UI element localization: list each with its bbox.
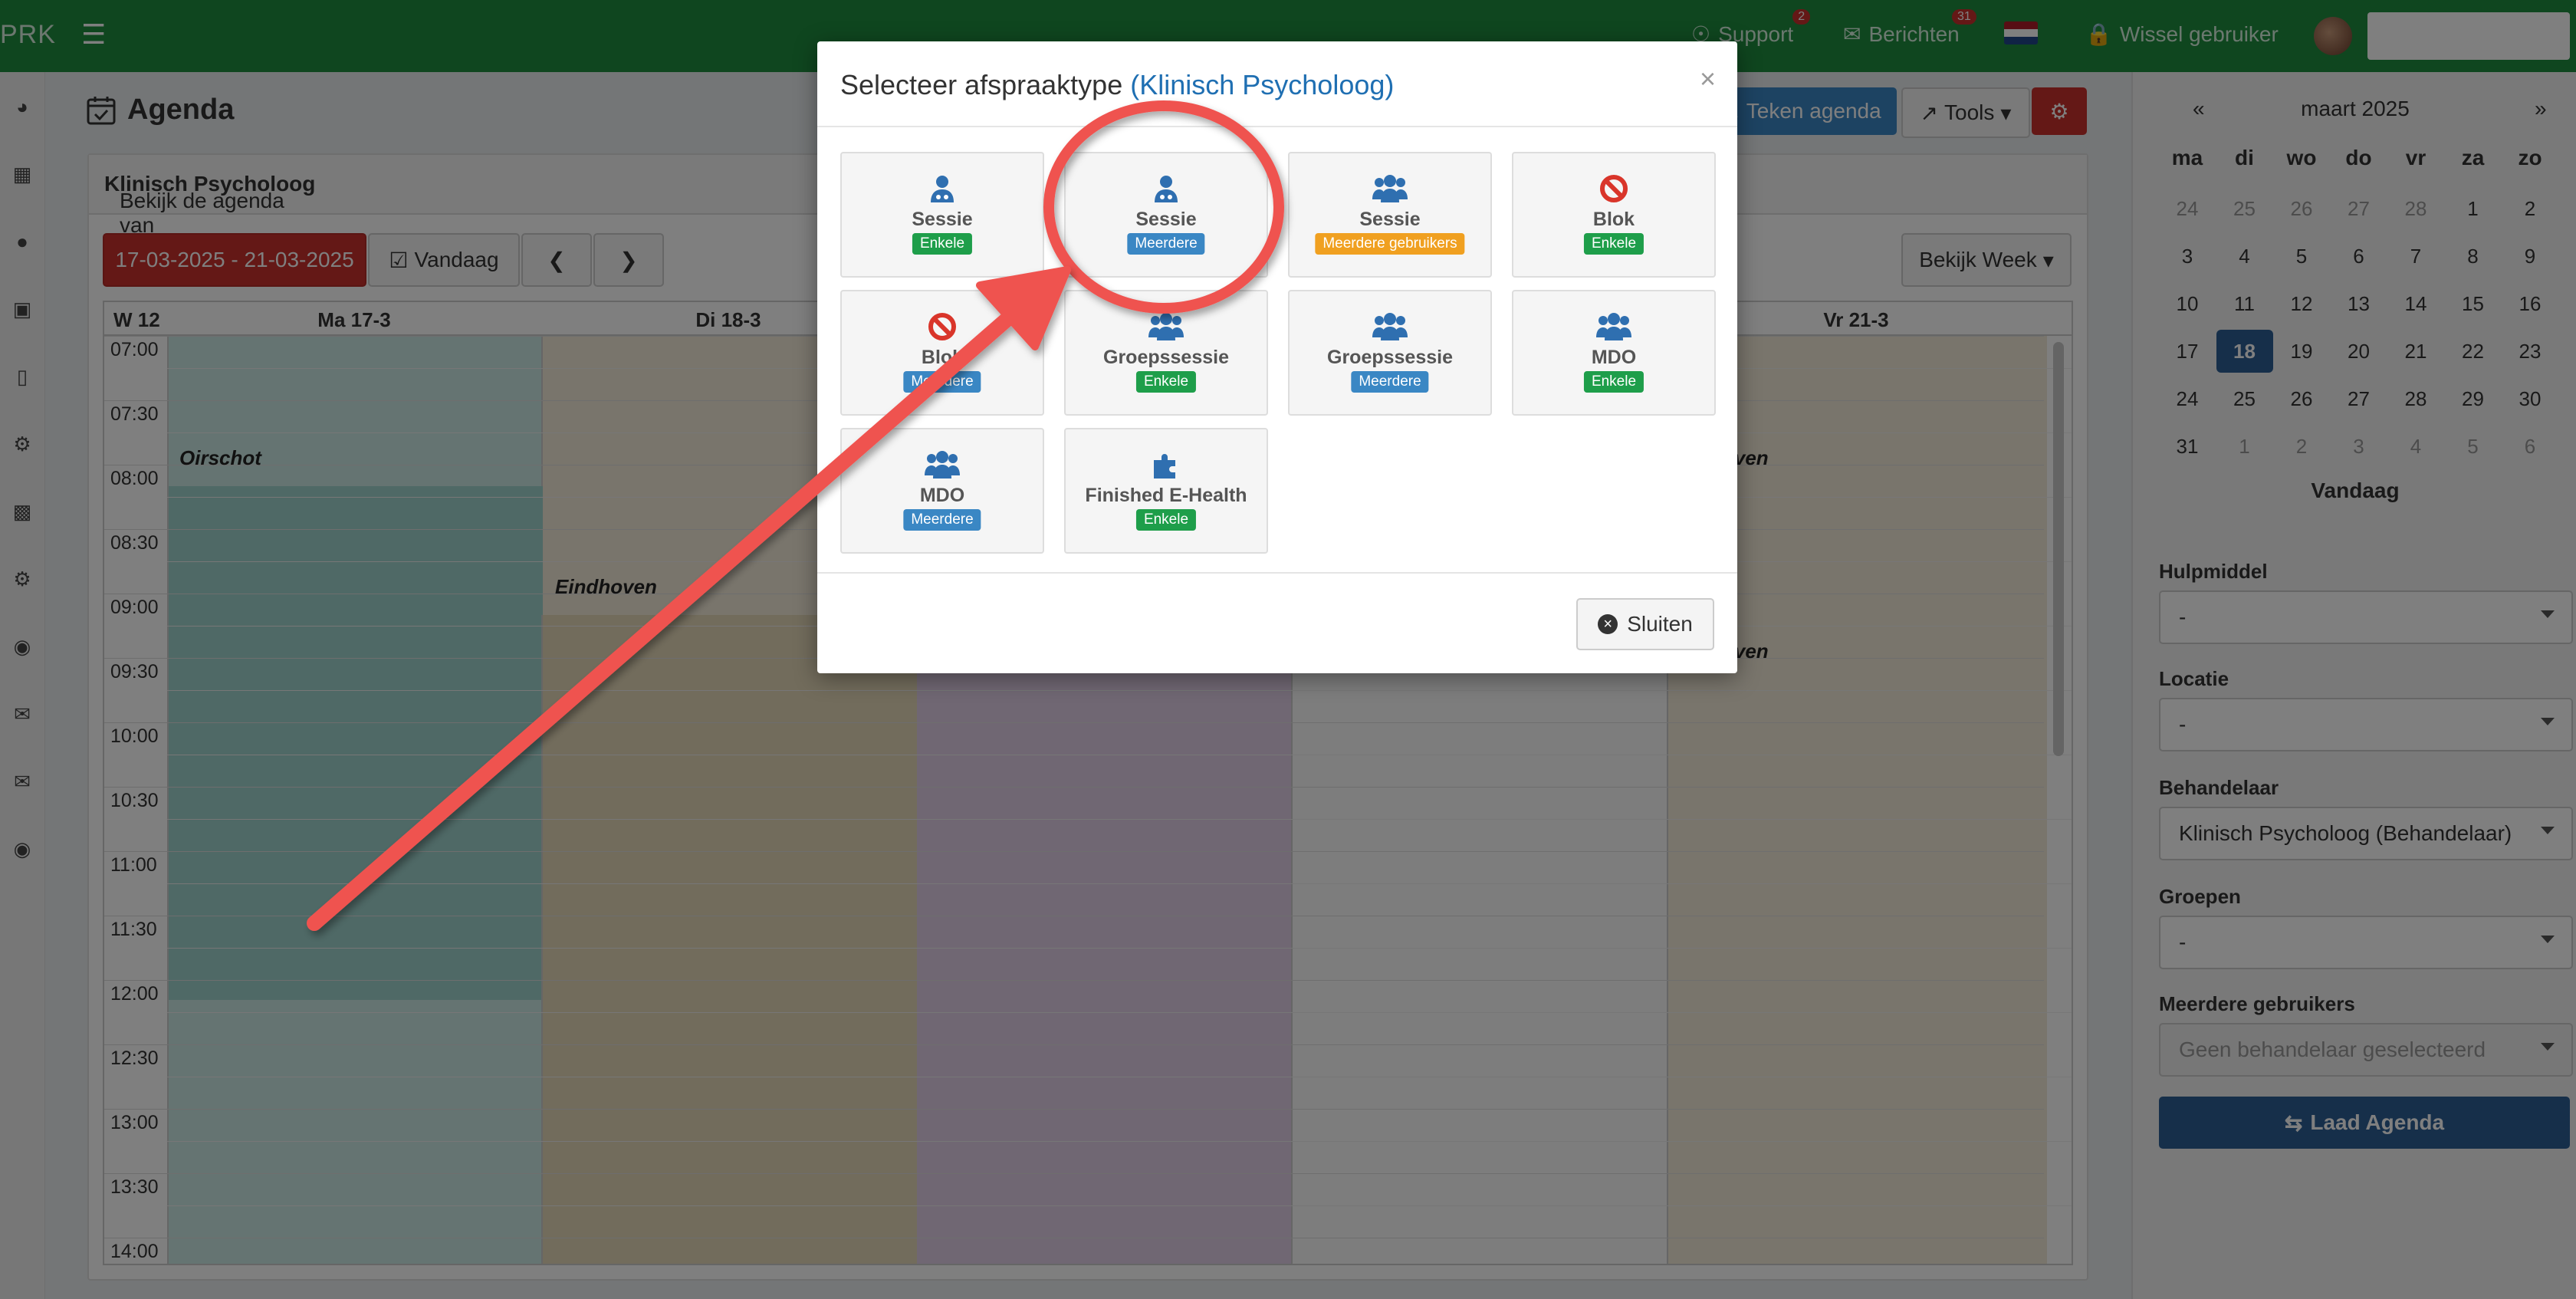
ban-icon	[1513, 173, 1714, 204]
times-circle-icon: ×	[1598, 614, 1618, 634]
appointment-type-tile[interactable]: MDO Meerdere	[840, 428, 1044, 554]
puzzle-icon	[1066, 449, 1267, 480]
appointment-type-tile[interactable]: Blok Meerdere	[840, 290, 1044, 416]
users-icon	[1513, 311, 1714, 342]
appointment-type-badge: Meerdere	[903, 509, 981, 531]
modal-header-divider	[817, 126, 1737, 127]
appointment-type-tile[interactable]: Finished E-Health Enkele	[1064, 428, 1268, 554]
users-icon	[1066, 311, 1267, 342]
appointment-type-tile[interactable]: Sessie Meerdere	[1064, 152, 1268, 278]
close-button[interactable]: × Sluiten	[1576, 598, 1714, 650]
appointment-type-name: MDO	[1591, 347, 1637, 368]
appointment-type-tile[interactable]: Blok Enkele	[1512, 152, 1716, 278]
appointment-type-badge: Enkele	[1583, 233, 1644, 255]
appointment-type-tile[interactable]: Groepssessie Enkele	[1064, 290, 1268, 416]
appointment-type-badge: Enkele	[1583, 371, 1644, 393]
appointment-type-badge: Enkele	[912, 233, 973, 255]
ban-icon	[842, 311, 1043, 342]
appointment-type-modal: Selecteer afspraaktype (Klinisch Psychol…	[817, 41, 1737, 673]
appointment-type-badge: Meerdere	[1351, 371, 1429, 393]
appointment-type-name: Sessie	[1359, 209, 1421, 230]
user-doctor-icon	[1066, 173, 1267, 204]
modal-title: Selecteer afspraaktype (Klinisch Psychol…	[840, 69, 1394, 101]
appointment-type-badge: Meerdere gebruikers	[1315, 233, 1465, 255]
appointment-type-tile[interactable]: MDO Enkele	[1512, 290, 1716, 416]
modal-title-accent: (Klinisch Psycholoog)	[1130, 69, 1395, 100]
appointment-type-badge: Meerdere	[1127, 233, 1205, 255]
appointment-type-name: Groepssessie	[1327, 347, 1453, 368]
appointment-type-name: Groepssessie	[1103, 347, 1229, 368]
appointment-type-name: Blok	[1592, 209, 1635, 230]
users-icon	[842, 449, 1043, 480]
user-doctor-icon	[842, 173, 1043, 204]
appointment-type-tile[interactable]: Sessie Meerdere gebruikers	[1288, 152, 1492, 278]
appointment-type-badge: Enkele	[1135, 509, 1197, 531]
appointment-type-name: MDO	[919, 485, 965, 506]
close-button-label: Sluiten	[1627, 612, 1693, 636]
appointment-type-tile[interactable]: Sessie Enkele	[840, 152, 1044, 278]
users-icon	[1290, 173, 1490, 204]
appointment-type-name: Sessie	[912, 209, 973, 230]
close-icon[interactable]: ×	[1700, 63, 1716, 95]
appointment-type-name: Sessie	[1135, 209, 1197, 230]
appointment-type-name: Finished E-Health	[1085, 485, 1247, 506]
appointment-type-tile[interactable]: Groepssessie Meerdere	[1288, 290, 1492, 416]
appointment-type-badge: Enkele	[1135, 371, 1197, 393]
users-icon	[1290, 311, 1490, 342]
appointment-type-name: Blok	[921, 347, 964, 368]
modal-footer-divider	[817, 572, 1737, 574]
modal-title-text: Selecteer afspraaktype	[840, 69, 1123, 100]
appointment-type-badge: Meerdere	[903, 371, 981, 393]
